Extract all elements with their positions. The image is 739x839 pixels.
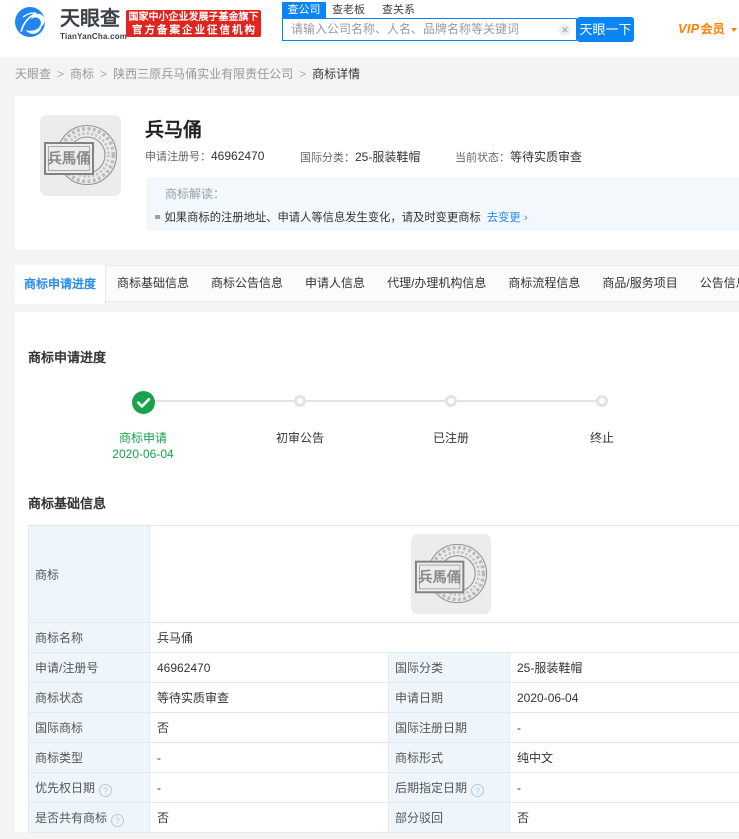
svg-text:兵馬俑: 兵馬俑 (418, 568, 461, 586)
svg-text:兵馬俑: 兵馬俑 (47, 150, 91, 168)
